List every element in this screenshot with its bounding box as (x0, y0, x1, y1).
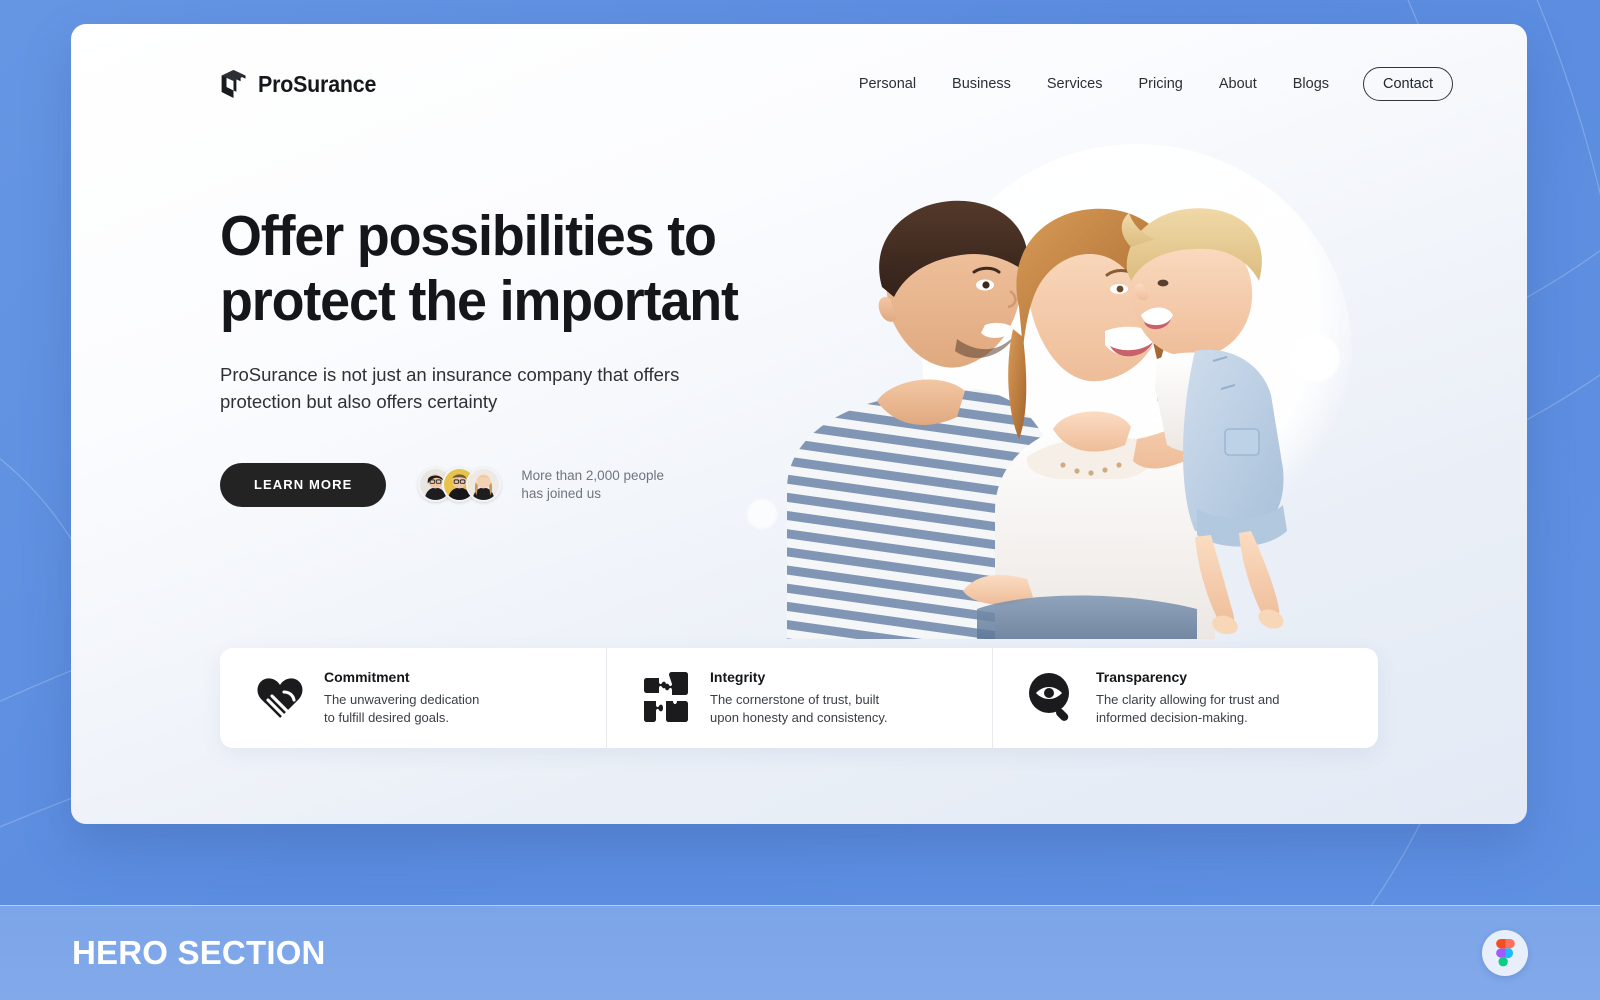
headline-line-2: protect the important (220, 268, 739, 333)
feature-integrity[interactable]: Integrity The cornerstone of trust, buil… (606, 646, 992, 750)
feature-text: Transparency The clarity allowing for tr… (1096, 669, 1280, 728)
contact-button[interactable]: Contact (1363, 67, 1453, 101)
brand-name: ProSurance (258, 70, 377, 97)
brand-logo[interactable]: ProSurance (220, 69, 385, 100)
nav-item-personal[interactable]: Personal (841, 68, 934, 100)
feature-desc-line-2: informed decision-making. (1096, 710, 1248, 725)
nav-item-business[interactable]: Business (934, 68, 1029, 100)
site-header: ProSurance Personal Business Services Pr… (71, 24, 1527, 144)
feature-desc-line-2: upon honesty and consistency. (710, 710, 888, 725)
value-props-card: Commitment The unwavering dedication to … (220, 646, 1378, 750)
section-caption: HERO SECTION (72, 934, 326, 971)
cube-box-icon (221, 69, 246, 98)
hero-cta-row: LEARN MORE More than 2,000 people has jo… (220, 462, 780, 507)
heart-hand-icon (257, 677, 303, 721)
hero-copy: Offer possibilities to protect the impor… (220, 204, 780, 507)
feature-transparency[interactable]: Transparency The clarity allowing for tr… (992, 646, 1378, 750)
hero-family-photo (727, 139, 1347, 639)
main-nav: Personal Business Services Pricing About… (841, 67, 1453, 101)
hero-subheading: ProSurance is not just an insurance comp… (220, 363, 680, 413)
nav-item-about[interactable]: About (1201, 68, 1275, 100)
headline-line-1: Offer possibilities to (220, 204, 717, 268)
feature-description: The cornerstone of trust, built upon hon… (710, 691, 888, 728)
avatar (466, 467, 502, 503)
feature-description: The clarity allowing for trust and infor… (1096, 691, 1280, 728)
feature-desc-line-2: to fulfill desired goals. (324, 710, 450, 725)
magnifier-eye-icon (1029, 672, 1069, 721)
nav-item-blogs[interactable]: Blogs (1275, 68, 1347, 100)
feature-commitment[interactable]: Commitment The unwavering dedication to … (220, 669, 606, 728)
page-title: Offer possibilities to protect the impor… (220, 204, 749, 334)
feature-text: Commitment The unwavering dedication to … (324, 669, 479, 728)
feature-description: The unwavering dedication to fulfill des… (324, 691, 479, 728)
learn-more-button[interactable]: LEARN MORE (220, 462, 387, 507)
feature-title: Transparency (1096, 668, 1188, 685)
puzzle-pieces-icon (644, 671, 688, 722)
avatar-group[interactable] (418, 467, 502, 503)
feature-text: Integrity The cornerstone of trust, buil… (710, 669, 888, 728)
feature-title: Integrity (710, 668, 766, 685)
nav-item-pricing[interactable]: Pricing (1121, 68, 1201, 100)
figma-badge[interactable] (1482, 930, 1528, 976)
feature-desc-line-1: The cornerstone of trust, built (710, 691, 880, 707)
caption-bar: HERO SECTION (0, 905, 1600, 1000)
figma-logo-icon (1495, 939, 1515, 967)
feature-title: Commitment (324, 668, 410, 685)
feature-desc-line-1: The clarity allowing for trust and (1096, 691, 1280, 707)
social-proof-text: More than 2,000 people has joined us (521, 467, 664, 503)
social-proof-line-2: has joined us (521, 485, 601, 501)
nav-item-services[interactable]: Services (1029, 68, 1121, 100)
social-proof-line-1: More than 2,000 people (521, 467, 664, 483)
feature-desc-line-1: The unwavering dedication (324, 691, 480, 707)
hero-section-card: ProSurance Personal Business Services Pr… (71, 24, 1527, 824)
